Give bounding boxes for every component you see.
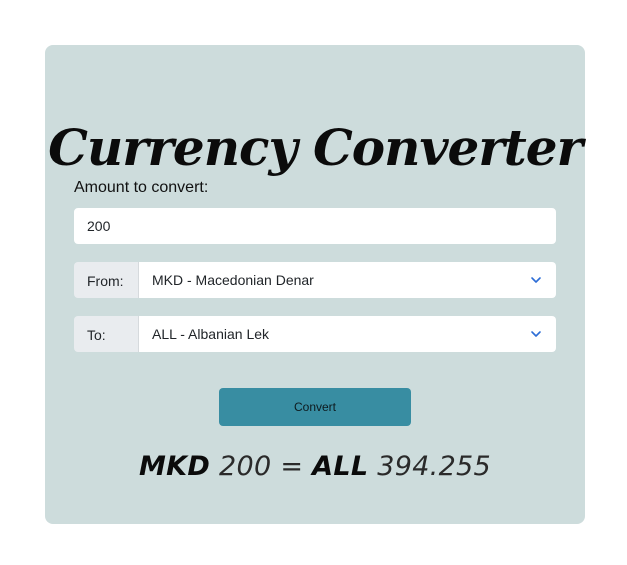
result-from-code: MKD [138, 451, 211, 482]
result-to-code: ALL [312, 451, 369, 482]
chevron-down-icon [531, 277, 541, 283]
result-equals: = [280, 451, 304, 482]
to-label: To: [74, 316, 139, 352]
amount-label: Amount to convert: [74, 179, 209, 196]
converter-card: Currency Converter Amount to convert: Fr… [45, 45, 585, 524]
from-label: From: [74, 262, 139, 298]
from-currency-value: MKD - Macedonian Denar [152, 272, 314, 288]
from-currency-group: From: MKD - Macedonian Denar [74, 262, 556, 298]
to-currency-value: ALL - Albanian Lek [152, 326, 270, 342]
page-title: Currency Converter [48, 118, 583, 177]
convert-button[interactable]: Convert [219, 388, 411, 426]
result-amount: 200 [218, 451, 272, 482]
amount-input[interactable] [74, 208, 556, 244]
from-currency-select[interactable]: MKD - Macedonian Denar [139, 262, 556, 298]
conversion-result: MKD 200 = ALL 394.255 [45, 450, 585, 484]
result-converted: 394.255 [377, 451, 492, 482]
to-currency-group: To: ALL - Albanian Lek [74, 316, 556, 352]
chevron-down-icon [531, 331, 541, 337]
to-currency-select[interactable]: ALL - Albanian Lek [139, 316, 556, 352]
